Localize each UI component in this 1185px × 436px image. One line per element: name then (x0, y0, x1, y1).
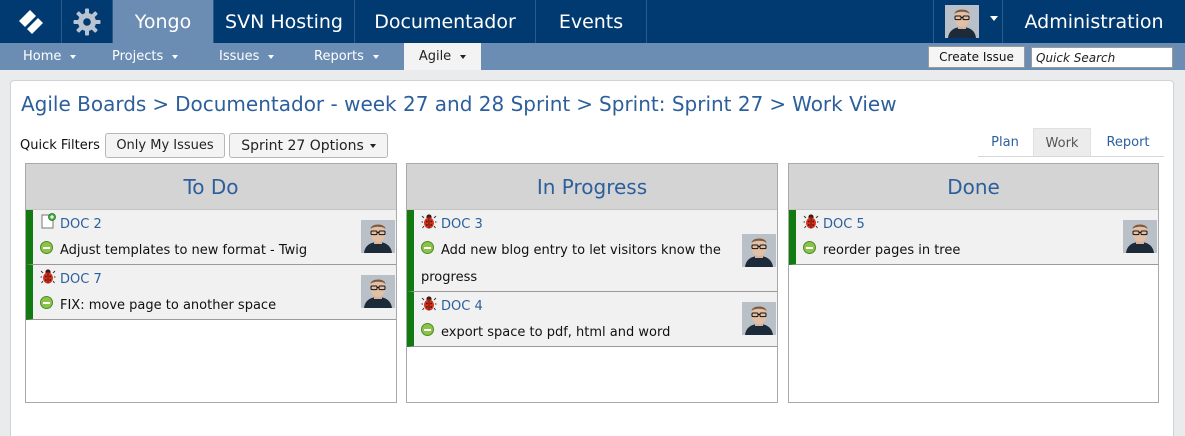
breadcrumb-agile-boards[interactable]: Agile Boards (21, 92, 146, 116)
board-column-in-progress: In Progress DOC 3 Add new blog entry to … (406, 163, 778, 403)
quick-filters-label: Quick Filters (20, 138, 100, 153)
minor-priority-icon (803, 241, 816, 254)
tab-yongo[interactable]: Yongo (113, 0, 214, 43)
issue-card[interactable]: DOC 7 FIX: move page to another space (26, 265, 396, 320)
column-title: To Do (26, 164, 396, 210)
issue-key-link[interactable]: DOC 2 (60, 217, 102, 232)
top-navigation-bar: Yongo SVN Hosting Documentador Events Ad… (0, 0, 1185, 43)
view-tab-report[interactable]: Report (1093, 128, 1163, 157)
issue-summary: export space to pdf, html and word (441, 325, 671, 340)
breadcrumb: Agile Boards > Documentador - week 27 and … (21, 92, 897, 116)
breadcrumb-work-view[interactable]: Work View (792, 92, 896, 116)
create-issue-button[interactable]: Create Issue (928, 46, 1025, 68)
issue-key-link[interactable]: DOC 7 (60, 272, 102, 287)
minor-priority-icon (40, 296, 53, 309)
assignee-avatar (1123, 220, 1157, 253)
administration-link[interactable]: Administration (1003, 0, 1185, 43)
chevron-down-icon (268, 54, 275, 59)
issue-card[interactable]: DOC 4 export space to pdf, html and word (407, 292, 777, 347)
issue-summary: Add new blog entry to let visitors know … (421, 243, 721, 285)
board-column-done: Done DOC 5 reorder pages in tree (788, 163, 1159, 403)
chevron-down-icon[interactable] (990, 16, 998, 21)
minor-priority-icon (421, 323, 434, 336)
bug-icon (421, 295, 437, 311)
subnav-home[interactable]: Home (23, 43, 77, 70)
breadcrumb-board[interactable]: Documentador - week 27 and 28 Sprint (175, 92, 570, 116)
issue-summary: reorder pages in tree (823, 243, 961, 258)
bug-icon (803, 213, 819, 229)
assignee-avatar (361, 220, 395, 253)
subnav-agile[interactable]: Agile (404, 43, 481, 70)
tab-svn-hosting[interactable]: SVN Hosting (214, 0, 355, 43)
subnav-agile-label: Agile (418, 49, 452, 64)
user-menu[interactable] (933, 0, 1003, 43)
quick-search-input[interactable] (1031, 47, 1173, 68)
bug-icon (421, 213, 437, 229)
user-avatar[interactable] (945, 5, 979, 38)
subnav-projects-label: Projects (112, 49, 164, 64)
assignee-avatar (742, 234, 776, 267)
tab-events[interactable]: Events (536, 0, 647, 43)
chevron-down-icon (70, 54, 77, 59)
column-title: Done (789, 164, 1158, 210)
sprint-options-label: Sprint 27 Options (241, 137, 364, 154)
issue-card[interactable]: DOC 2 Adjust templates to new format - T… (26, 210, 396, 265)
breadcrumb-separator: > (769, 92, 787, 116)
breadcrumb-separator: > (576, 92, 594, 116)
subnav-issues-label: Issues (219, 49, 260, 64)
new-feature-icon (40, 213, 56, 229)
issue-card[interactable]: DOC 3 Add new blog entry to let visitors… (407, 210, 777, 292)
chevron-down-icon (372, 54, 379, 59)
subnav-reports[interactable]: Reports (314, 43, 379, 70)
yongo-logo-icon[interactable] (0, 0, 62, 43)
tab-documentador[interactable]: Documentador (355, 0, 536, 43)
issue-card[interactable]: DOC 5 reorder pages in tree (789, 210, 1158, 265)
minor-priority-icon (40, 241, 53, 254)
only-my-issues-button[interactable]: Only My Issues (105, 133, 225, 158)
issue-key-link[interactable]: DOC 5 (823, 217, 865, 232)
subnav-reports-label: Reports (314, 49, 364, 64)
board-column-to-do: To Do DOC 2 Adjust templates to new form… (25, 163, 397, 403)
assignee-avatar (361, 275, 395, 308)
subnav-projects[interactable]: Projects (112, 43, 179, 70)
view-tab-work[interactable]: Work (1033, 128, 1091, 157)
view-tabs-divider (978, 156, 1164, 157)
subnav-home-label: Home (23, 49, 62, 64)
chevron-down-icon (369, 143, 376, 148)
chevron-down-icon (172, 54, 179, 59)
issue-summary: Adjust templates to new format - Twig (60, 243, 308, 258)
issue-summary: FIX: move page to another space (60, 298, 277, 313)
gear-icon[interactable] (62, 0, 113, 43)
breadcrumb-separator: > (152, 92, 170, 116)
assignee-avatar (742, 302, 776, 335)
column-title: In Progress (407, 164, 777, 210)
sprint-options-button[interactable]: Sprint 27 Options (229, 133, 388, 158)
breadcrumb-sprint[interactable]: Sprint: Sprint 27 (599, 92, 763, 116)
issue-key-link[interactable]: DOC 4 (441, 299, 483, 314)
subnav-issues[interactable]: Issues (219, 43, 275, 70)
view-tab-plan[interactable]: Plan (978, 128, 1032, 157)
chevron-down-icon (460, 54, 467, 59)
bug-icon (40, 268, 56, 284)
issue-key-link[interactable]: DOC 3 (441, 217, 483, 232)
